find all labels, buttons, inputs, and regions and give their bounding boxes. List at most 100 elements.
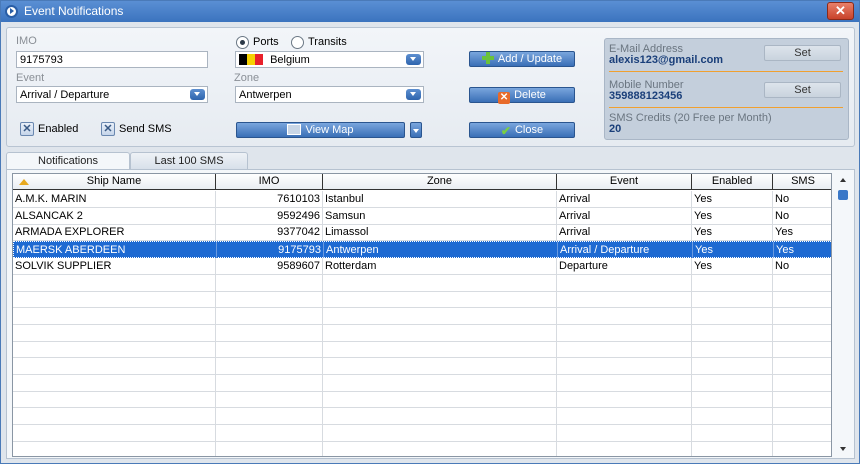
cell-imo — [216, 324, 323, 341]
cell-zone — [323, 307, 557, 324]
enabled-checkbox[interactable]: ✕ — [20, 122, 34, 136]
cell-zone — [323, 408, 557, 425]
cell-ship — [13, 358, 216, 374]
zone-select[interactable]: Antwerpen — [235, 86, 424, 103]
cell-sms — [773, 291, 831, 307]
table-row[interactable]: SOLVIK SUPPLIER 9589607 Rotterdam Departure… — [13, 257, 831, 275]
cell-enabled: Yes — [692, 191, 773, 207]
separator — [609, 107, 843, 108]
cell-sms — [773, 275, 831, 291]
table-row[interactable]: A.M.K. MARIN 7610103 Istanbul Arrival Yes No — [13, 191, 831, 208]
map-icon — [287, 124, 302, 135]
cell-enabled — [692, 324, 773, 341]
table-row[interactable]: MAERSK ABERDEEN 9175793 Antwerpen Arrival /… — [13, 241, 831, 259]
cell-event — [557, 358, 692, 374]
cell-ship: ARMADA EXPLORER — [13, 224, 216, 241]
sms-credits-value: 20 — [609, 123, 622, 135]
column-header-event[interactable]: Event — [557, 174, 692, 190]
scroll-up-icon[interactable] — [840, 178, 846, 182]
chevron-down-icon[interactable] — [190, 89, 205, 100]
window-title: Event Notifications — [24, 4, 124, 18]
email-set-button[interactable]: Set — [764, 45, 841, 61]
cell-sms: Yes — [774, 242, 831, 258]
cell-ship: SOLVIK SUPPLIER — [13, 257, 216, 274]
cell-sms — [773, 325, 831, 341]
event-notifications-window: Event Notifications ✕ IMO 9175793 Event … — [0, 0, 860, 464]
empty-table-row — [13, 358, 831, 375]
empty-table-row — [13, 408, 831, 426]
cell-enabled — [692, 408, 773, 425]
belgium-flag-icon — [239, 54, 263, 65]
country-select-value: Belgium — [270, 54, 310, 66]
tab-last-100-sms[interactable]: Last 100 SMS — [130, 152, 248, 169]
cell-imo — [216, 274, 323, 291]
sort-ascending-icon — [19, 179, 29, 185]
cell-ship — [13, 274, 216, 291]
imo-label: IMO — [16, 35, 37, 47]
column-header-ship-name[interactable]: Ship Name — [13, 174, 216, 190]
column-header-imo[interactable]: IMO — [216, 174, 323, 190]
column-header-enabled[interactable]: Enabled — [692, 174, 773, 190]
settings-panel: IMO 9175793 Event Arrival / Departure Po… — [6, 27, 855, 147]
add-update-label: Add / Update — [497, 53, 563, 65]
cell-zone — [323, 341, 557, 358]
cell-imo — [216, 358, 323, 374]
add-update-button[interactable]: Add / Update — [469, 51, 575, 67]
event-select-value: Arrival / Departure — [20, 89, 110, 101]
vertical-scrollbar[interactable] — [837, 173, 850, 457]
column-header-zone[interactable]: Zone — [323, 174, 557, 190]
event-label: Event — [16, 72, 45, 84]
cell-zone — [323, 358, 557, 374]
ports-radio[interactable] — [236, 36, 249, 49]
send-sms-checkbox[interactable]: ✕ — [101, 122, 115, 136]
cell-sms — [773, 341, 831, 357]
cell-ship — [13, 441, 216, 456]
view-map-dropdown-button[interactable] — [410, 122, 422, 138]
cell-sms — [773, 308, 831, 324]
chevron-down-icon[interactable] — [406, 89, 421, 100]
cell-event — [557, 291, 692, 308]
cell-sms: No — [773, 258, 831, 274]
cell-sms — [773, 375, 831, 391]
table-row[interactable]: ARMADA EXPLORER 9377042 Limassol Arrival Yes… — [13, 224, 831, 242]
delete-button[interactable]: ✕ Delete — [469, 87, 575, 104]
column-header-sms[interactable]: SMS — [773, 174, 831, 190]
view-map-button[interactable]: View Map — [236, 122, 405, 138]
event-select[interactable]: Arrival / Departure — [16, 86, 208, 103]
cell-imo: 9589607 — [216, 257, 323, 274]
cell-enabled — [692, 307, 773, 324]
cell-sms — [773, 391, 831, 407]
scroll-down-icon[interactable] — [840, 447, 846, 451]
mobile-set-button[interactable]: Set — [764, 82, 841, 98]
account-info-panel: E-Mail Address alexis123@gmail.com Set M… — [604, 38, 849, 140]
close-button[interactable]: ✔ Close — [469, 122, 575, 138]
ports-radio-label: Ports — [253, 36, 279, 48]
cell-ship — [13, 391, 216, 408]
cell-zone: Samsun — [323, 207, 557, 224]
empty-table-row — [13, 391, 831, 409]
cell-zone: Rotterdam — [323, 257, 557, 274]
cell-enabled: Yes — [692, 224, 773, 241]
country-select[interactable]: Belgium — [235, 51, 424, 68]
mobile-value: 359888123456 — [609, 90, 683, 102]
cell-imo: 9592496 — [216, 207, 323, 224]
cell-imo: 7610103 — [216, 191, 323, 207]
cell-ship — [13, 424, 216, 441]
cell-zone — [323, 424, 557, 441]
cell-imo — [216, 408, 323, 425]
window-close-button[interactable]: ✕ — [827, 2, 854, 20]
chevron-down-icon[interactable] — [406, 54, 421, 65]
imo-input[interactable]: 9175793 — [16, 51, 208, 68]
cell-sms — [773, 442, 831, 457]
scroll-thumb[interactable] — [838, 190, 848, 200]
transits-radio[interactable] — [291, 36, 304, 49]
cell-imo — [216, 391, 323, 408]
cell-sms: Yes — [773, 224, 831, 240]
cell-zone: Istanbul — [323, 191, 557, 207]
cell-enabled — [692, 374, 773, 391]
cell-event — [557, 307, 692, 324]
table-row[interactable]: ALSANCAK 2 9592496 Samsun Arrival Yes No — [13, 207, 831, 225]
cell-imo — [216, 441, 323, 456]
tab-notifications[interactable]: Notifications — [6, 152, 130, 170]
notifications-tab-panel: Ship Name IMO Zone Event Enabled SMS A.M… — [6, 169, 855, 459]
